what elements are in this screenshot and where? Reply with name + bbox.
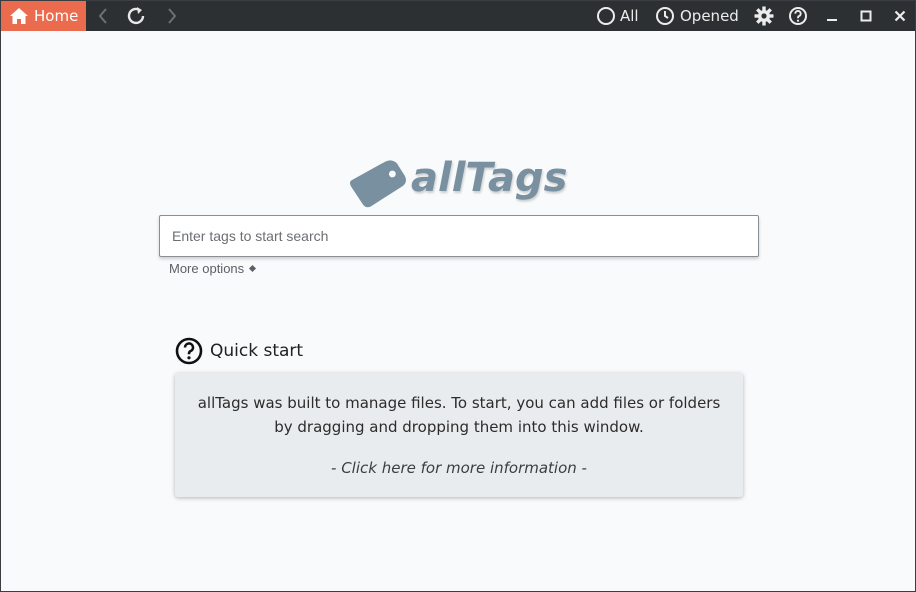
minimize-icon <box>827 19 837 21</box>
tag-icon <box>349 160 407 208</box>
app-logo: allTags <box>349 151 579 216</box>
title-bar: Home All Opened <box>1 1 915 31</box>
forward-button[interactable] <box>162 1 182 31</box>
forward-icon <box>168 8 177 24</box>
circle-icon <box>597 7 615 25</box>
quick-start-title: Quick start <box>210 341 304 361</box>
back-button[interactable] <box>93 1 113 31</box>
maximize-button[interactable] <box>857 1 875 31</box>
gear-icon <box>754 6 774 26</box>
close-button[interactable] <box>891 1 909 31</box>
help-icon <box>789 7 807 25</box>
more-options-label: More options <box>169 261 245 276</box>
minimize-button[interactable] <box>823 1 841 31</box>
settings-button[interactable] <box>752 1 776 31</box>
home-button[interactable]: Home <box>1 1 86 31</box>
opened-filter-button[interactable] <box>654 1 676 31</box>
refresh-icon <box>127 7 145 25</box>
tag-search-input[interactable] <box>159 215 759 257</box>
home-icon <box>10 8 28 24</box>
quick-start-heading: Quick start <box>175 337 303 365</box>
logo-text: allTags <box>411 155 568 201</box>
all-filter-button[interactable] <box>595 1 617 31</box>
question-circle-icon <box>175 337 203 365</box>
clock-icon <box>656 7 674 25</box>
more-options-toggle[interactable]: More options <box>169 261 257 276</box>
help-button[interactable] <box>786 1 810 31</box>
more-info-link[interactable]: - Click here for more information - <box>175 459 743 477</box>
close-icon <box>894 10 906 22</box>
quick-start-card[interactable]: allTags was built to manage files. To st… <box>175 373 743 497</box>
home-label: Home <box>34 7 79 25</box>
maximize-icon <box>860 10 872 22</box>
diamond-icon <box>249 264 257 273</box>
refresh-button[interactable] <box>125 1 149 31</box>
all-filter-label[interactable]: All <box>620 1 639 31</box>
opened-filter-label[interactable]: Opened <box>680 1 739 31</box>
back-icon <box>98 8 107 24</box>
quick-start-body: allTags was built to manage files. To st… <box>197 394 721 436</box>
